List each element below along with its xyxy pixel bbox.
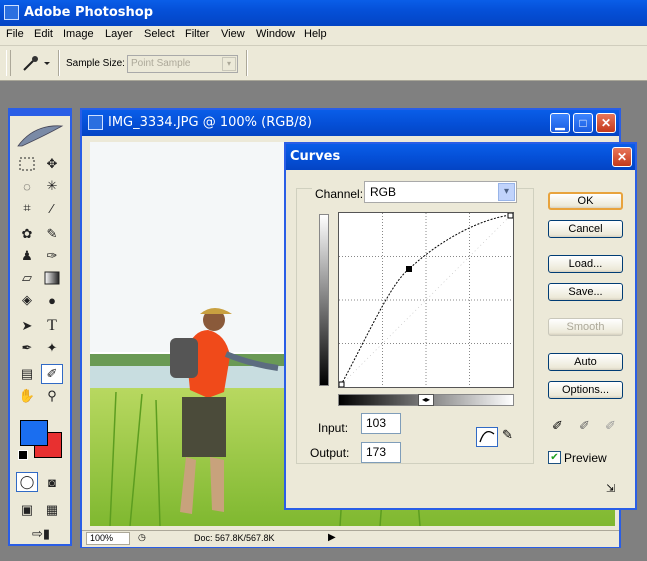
dodge-tool-icon[interactable]: ● [41,290,63,310]
input-label: Input: [318,421,349,435]
toolbox-header[interactable] [10,110,70,116]
crop-tool-icon[interactable]: ⌗ [16,198,38,218]
feather-logo-icon[interactable] [14,120,66,150]
eyedropper-icon [23,56,50,71]
app-title-bar: Adobe Photoshop [0,0,647,26]
menu-file[interactable]: File [6,28,24,40]
close-curves-button[interactable]: ✕ [612,147,632,167]
maximize-button[interactable]: □ [573,113,593,133]
toolbox: ✥ ◌ ✳ ⌗ ⁄ ✿ ✎ ♟ ✑ ▱ ◈ ● ➤ T ✒ ✦ ▤ ✐ ✋ ⚲ … [8,108,72,546]
gray-point-eyedropper-icon[interactable]: ✐ [579,418,597,436]
slice-tool-icon[interactable]: ⁄ [41,198,63,218]
eraser-tool-icon[interactable]: ▱ [16,268,38,288]
menu-filter[interactable]: Filter [185,28,209,40]
sample-size-value: Point Sample [131,58,191,69]
zoom-field[interactable]: 100% [86,532,130,545]
photoshop-logo-icon [4,5,19,20]
channel-label: Channel: [312,187,367,201]
chevron-down-icon: ▾ [498,183,515,201]
curve-tool-icon [479,430,495,443]
magic-wand-tool-icon[interactable]: ✳ [41,176,63,196]
options-bar-grip[interactable] [6,50,11,76]
gradient-tool-icon[interactable] [41,268,63,288]
smooth-button[interactable]: Smooth [548,318,623,336]
options-divider [58,50,60,76]
brush-tool-icon[interactable]: ✎ [41,224,63,244]
foreground-color-swatch[interactable] [20,420,48,446]
sample-size-label: Sample Size: [66,58,125,69]
channel-select[interactable]: RGB ▾ [364,181,517,203]
resize-dialog-icon[interactable]: ⇲ [606,482,622,496]
output-field[interactable]: 173 [361,442,401,463]
menu-layer[interactable]: Layer [105,28,133,40]
curves-title: Curves [290,149,341,164]
document-title: IMG_3334.JPG @ 100% (RGB/8) [108,115,312,130]
options-button[interactable]: Options... [548,381,623,399]
output-label: Output: [310,446,350,460]
status-bar: 100% ◷ Doc: 567.8K/567.8K ▶ [82,530,619,547]
menu-help[interactable]: Help [304,28,327,40]
cancel-button[interactable]: Cancel [548,220,623,238]
hand-tool-icon[interactable]: ✋ [16,386,38,406]
quick-mask-mode-icon[interactable]: ◙ [41,472,63,492]
history-brush-tool-icon[interactable]: ✑ [41,246,63,266]
standard-screen-mode-icon[interactable]: ▣ [16,500,38,520]
menu-edit[interactable]: Edit [34,28,53,40]
doc-size-info: Doc: 567.8K/567.8K [194,533,275,543]
app-title: Adobe Photoshop [24,5,154,20]
custom-shape-tool-icon[interactable]: ✦ [41,338,63,358]
input-field[interactable]: 103 [361,413,401,434]
type-tool-icon[interactable]: T [41,316,63,336]
status-menu-icon[interactable]: ◷ [138,532,152,545]
clone-stamp-tool-icon[interactable]: ♟ [16,246,38,266]
curves-title-bar[interactable]: Curves ✕ [286,144,635,170]
notes-tool-icon[interactable]: ▤ [16,364,38,384]
menu-image[interactable]: Image [63,28,94,40]
auto-button[interactable]: Auto [548,353,623,371]
pen-tool-icon[interactable]: ✒ [16,338,38,358]
options-divider-2 [246,50,248,76]
default-colors-icon[interactable] [18,450,28,460]
eyedropper-preset-button[interactable] [20,53,52,73]
preview-checkbox[interactable]: ✔ [548,451,561,464]
ok-button[interactable]: OK [548,192,623,210]
sample-size-select[interactable]: Point Sample ▾ [127,55,238,73]
document-title-bar[interactable]: IMG_3334.JPG @ 100% (RGB/8) ▁ □ ✕ [82,110,619,136]
curve-graph[interactable] [338,212,514,388]
preview-label: Preview [564,451,607,465]
full-screen-mode-icon[interactable]: ▦ [41,500,63,520]
close-document-button[interactable]: ✕ [596,113,616,133]
move-tool-icon[interactable]: ✥ [41,154,63,174]
healing-brush-tool-icon[interactable]: ✿ [16,224,38,244]
menu-window[interactable]: Window [256,28,295,40]
blur-tool-icon[interactable]: ◈ [16,290,38,310]
minimize-button[interactable]: ▁ [550,113,570,133]
curves-dialog: Curves ✕ Channel: RGB ▾ ◂▸ Input: 103 Ou… [284,142,637,510]
menu-bar: File Edit Image Layer Select Filter View… [0,26,647,46]
zoom-tool-icon[interactable]: ⚲ [41,386,63,406]
document-icon [88,115,103,130]
white-point-eyedropper-icon[interactable]: ✐ [605,418,623,436]
path-selection-tool-icon[interactable]: ➤ [16,316,38,336]
standard-mode-icon[interactable]: ◯ [16,472,38,492]
save-button[interactable]: Save... [548,283,623,301]
status-arrow-icon[interactable]: ▶ [328,532,336,543]
load-button[interactable]: Load... [548,255,623,273]
pencil-tool-icon[interactable]: ✎ [502,427,520,447]
curve-plot [338,212,514,388]
menu-view[interactable]: View [221,28,245,40]
jump-to-imageready-icon[interactable]: ⇨▮ [26,524,56,544]
black-point-eyedropper-icon[interactable]: ✐ [552,418,570,436]
channel-value: RGB [370,185,397,199]
curve-mode-button[interactable] [476,427,498,447]
marquee-tool-icon[interactable] [16,154,38,174]
chevron-down-icon: ▾ [222,57,236,71]
output-gradient-bar [319,214,329,386]
options-bar: Sample Size: Point Sample ▾ [0,46,647,81]
gradient-direction-toggle-icon[interactable]: ◂▸ [418,394,434,406]
lasso-tool-icon[interactable]: ◌ [16,176,38,196]
eyedropper-tool-icon[interactable]: ✐ [41,364,63,384]
menu-select[interactable]: Select [144,28,175,40]
